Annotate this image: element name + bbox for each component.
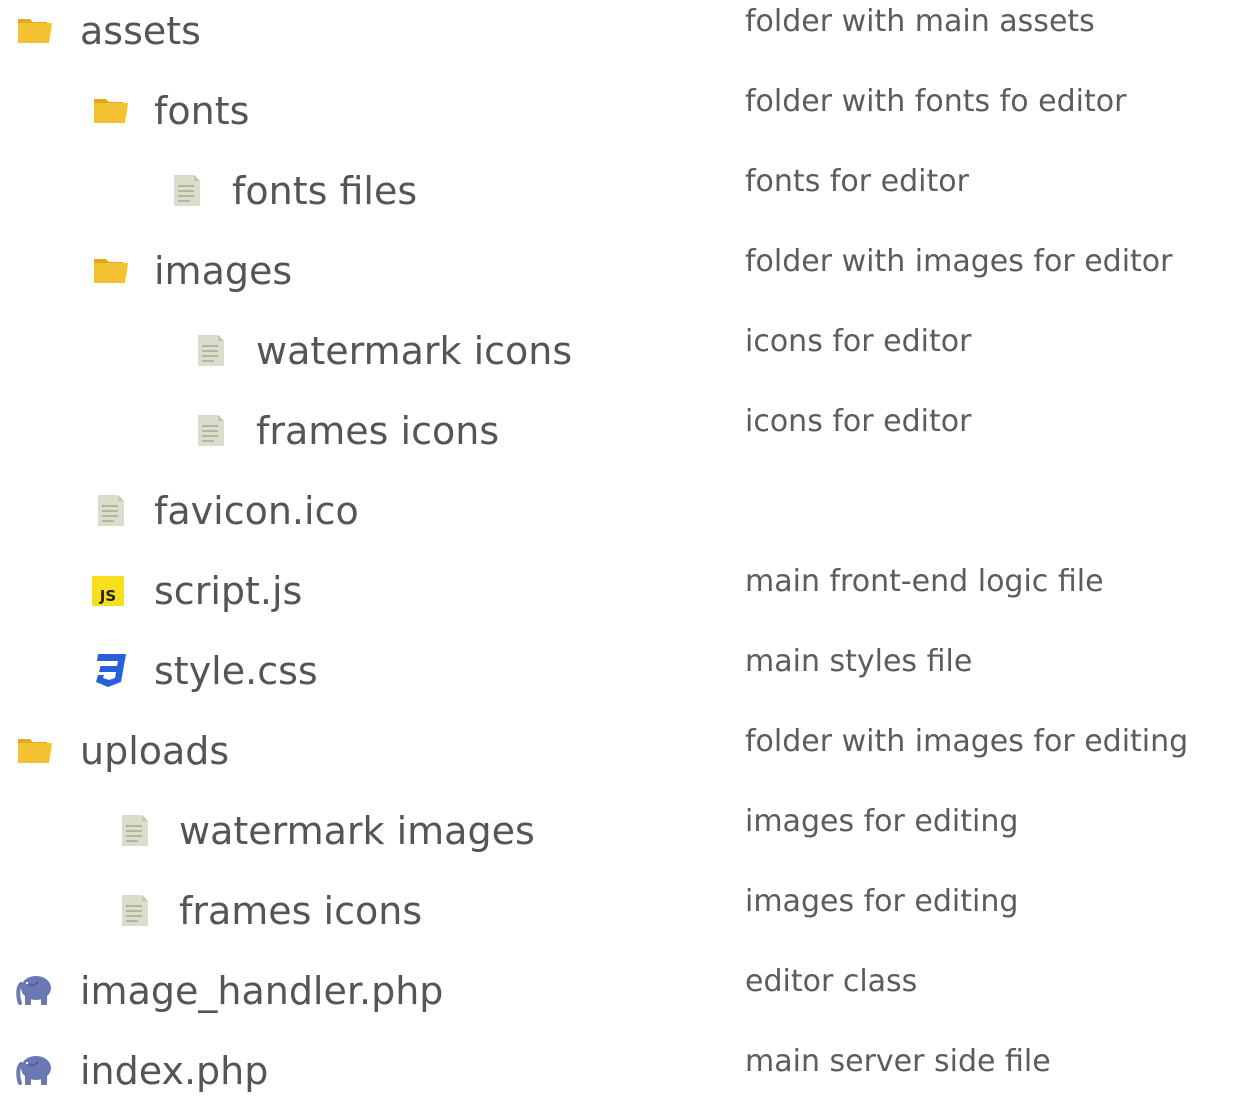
item-name: images bbox=[154, 249, 293, 293]
tree-row-watermark-images[interactable]: watermark images images for editing bbox=[0, 800, 1238, 880]
file-icon bbox=[192, 410, 232, 450]
folder-icon bbox=[16, 730, 56, 770]
item-description: main styles file bbox=[745, 644, 973, 679]
item-name: uploads bbox=[80, 729, 230, 773]
item-description: folder with fonts fo editor bbox=[745, 84, 1127, 119]
item-name: script.js bbox=[154, 569, 303, 613]
tree-row-favicon[interactable]: favicon.ico bbox=[0, 480, 1238, 560]
item-name: frames icons bbox=[256, 409, 500, 453]
item-name: image_handler.php bbox=[80, 969, 444, 1013]
tree-row-fonts-files[interactable]: fonts files fonts for editor bbox=[0, 160, 1238, 240]
item-name: favicon.ico bbox=[154, 489, 359, 533]
item-name: fonts bbox=[154, 89, 250, 133]
tree-row-script-js[interactable]: JS script.js main front-end logic file bbox=[0, 560, 1238, 640]
file-tree: assets folder with main assets fonts fol… bbox=[0, 0, 1238, 1093]
item-description: main front-end logic file bbox=[745, 564, 1104, 599]
item-description: editor class bbox=[745, 964, 918, 999]
item-name: watermark images bbox=[179, 809, 535, 853]
file-icon bbox=[116, 810, 156, 850]
php-elephant-icon bbox=[16, 970, 56, 1010]
item-name: index.php bbox=[80, 1049, 269, 1093]
item-description: folder with images for editing bbox=[745, 724, 1189, 759]
file-icon bbox=[92, 490, 132, 530]
tree-row-frames-icons[interactable]: frames icons icons for editor bbox=[0, 400, 1238, 480]
folder-icon bbox=[92, 250, 132, 290]
tree-row-upload-frames-icons[interactable]: frames icons images for editing bbox=[0, 880, 1238, 960]
item-description: images for editing bbox=[745, 884, 1019, 919]
folder-icon bbox=[16, 10, 56, 50]
tree-row-index-php[interactable]: index.php main server side file bbox=[0, 1040, 1238, 1120]
folder-icon bbox=[92, 90, 132, 130]
tree-row-style-css[interactable]: style.css main styles file bbox=[0, 640, 1238, 720]
item-name: watermark icons bbox=[256, 329, 573, 373]
php-elephant-icon bbox=[16, 1050, 56, 1090]
tree-row-fonts[interactable]: fonts folder with fonts fo editor bbox=[0, 80, 1238, 160]
svg-text:JS: JS bbox=[99, 587, 116, 605]
tree-row-watermark-icons[interactable]: watermark icons icons for editor bbox=[0, 320, 1238, 400]
file-icon bbox=[192, 330, 232, 370]
js-icon: JS bbox=[90, 570, 130, 610]
tree-row-image-handler-php[interactable]: image_handler.php editor class bbox=[0, 960, 1238, 1040]
file-icon bbox=[168, 170, 208, 210]
item-description: fonts for editor bbox=[745, 164, 969, 199]
item-description: images for editing bbox=[745, 804, 1019, 839]
item-description: folder with images for editor bbox=[745, 244, 1173, 279]
file-icon bbox=[116, 890, 156, 930]
item-description: main server side file bbox=[745, 1044, 1051, 1079]
item-description: folder with main assets bbox=[745, 4, 1095, 39]
item-description: icons for editor bbox=[745, 404, 972, 439]
css3-icon bbox=[90, 650, 130, 690]
item-name: frames icons bbox=[179, 889, 423, 933]
tree-row-assets[interactable]: assets folder with main assets bbox=[0, 0, 1238, 80]
item-name: fonts files bbox=[232, 169, 418, 213]
item-description: icons for editor bbox=[745, 324, 972, 359]
item-name: style.css bbox=[154, 649, 318, 693]
tree-row-uploads[interactable]: uploads folder with images for editing bbox=[0, 720, 1238, 800]
tree-row-images[interactable]: images folder with images for editor bbox=[0, 240, 1238, 320]
item-name: assets bbox=[80, 9, 201, 53]
